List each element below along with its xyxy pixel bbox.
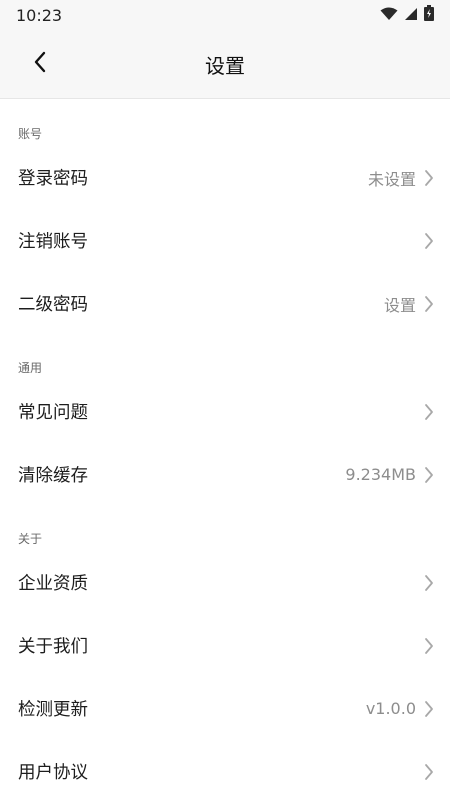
back-button[interactable] [12, 36, 68, 92]
battery-charging-icon [424, 5, 434, 25]
settings-item-value: 9.234MB [345, 465, 416, 484]
settings-item-label: 常见问题 [18, 403, 88, 423]
settings-item-qualification[interactable]: 企业资质 [18, 551, 436, 614]
settings-item-label: 关于我们 [18, 637, 88, 657]
section-title-about: 关于 [18, 532, 43, 546]
settings-item-label: 二级密码 [18, 295, 88, 315]
settings-item-label: 企业资质 [18, 574, 88, 594]
nav-bar: 设置 [0, 30, 450, 99]
settings-item-faq[interactable]: 常见问题 [18, 380, 436, 443]
settings-item-value: 未设置 [367, 169, 416, 189]
settings-item-label: 清除缓存 [18, 466, 88, 486]
settings-item-value: 设置 [383, 295, 416, 315]
chevron-right-icon [422, 699, 436, 719]
status-bar: 10:23 [0, 0, 450, 30]
settings-item-cancel-account[interactable]: 注销账号 [18, 209, 436, 272]
settings-item-secondary-password[interactable]: 二级密码 设置 [18, 272, 436, 335]
settings-item-user-agreement[interactable]: 用户协议 [18, 740, 436, 800]
status-icons [380, 5, 434, 25]
settings-item-label: 登录密码 [18, 169, 88, 189]
wifi-icon [380, 6, 398, 25]
settings-item-label: 检测更新 [18, 700, 88, 720]
chevron-right-icon [422, 465, 436, 485]
chevron-right-icon [422, 573, 436, 593]
chevron-right-icon [422, 762, 436, 782]
status-time: 10:23 [16, 5, 63, 25]
chevron-right-icon [422, 294, 436, 314]
cellular-signal-icon [404, 6, 418, 25]
chevron-left-icon [33, 50, 47, 78]
settings-item-clear-cache[interactable]: 清除缓存 9.234MB [18, 443, 436, 506]
section-title-general: 通用 [18, 361, 43, 375]
section-title-account: 账号 [18, 127, 43, 141]
settings-item-login-password[interactable]: 登录密码 未设置 [18, 146, 436, 209]
chevron-right-icon [422, 168, 436, 188]
chevron-right-icon [422, 231, 436, 251]
settings-item-about-us[interactable]: 关于我们 [18, 614, 436, 677]
chevron-right-icon [422, 636, 436, 656]
settings-item-label: 注销账号 [18, 232, 88, 252]
settings-item-label: 用户协议 [18, 763, 88, 783]
chevron-right-icon [422, 402, 436, 422]
settings-item-value: v1.0.0 [365, 699, 416, 718]
settings-item-check-update[interactable]: 检测更新 v1.0.0 [18, 677, 436, 740]
settings-list: 账号 登录密码 未设置 注销账号 二级密码 设置 通用 常见问题 清除缓存 9.… [0, 99, 450, 800]
